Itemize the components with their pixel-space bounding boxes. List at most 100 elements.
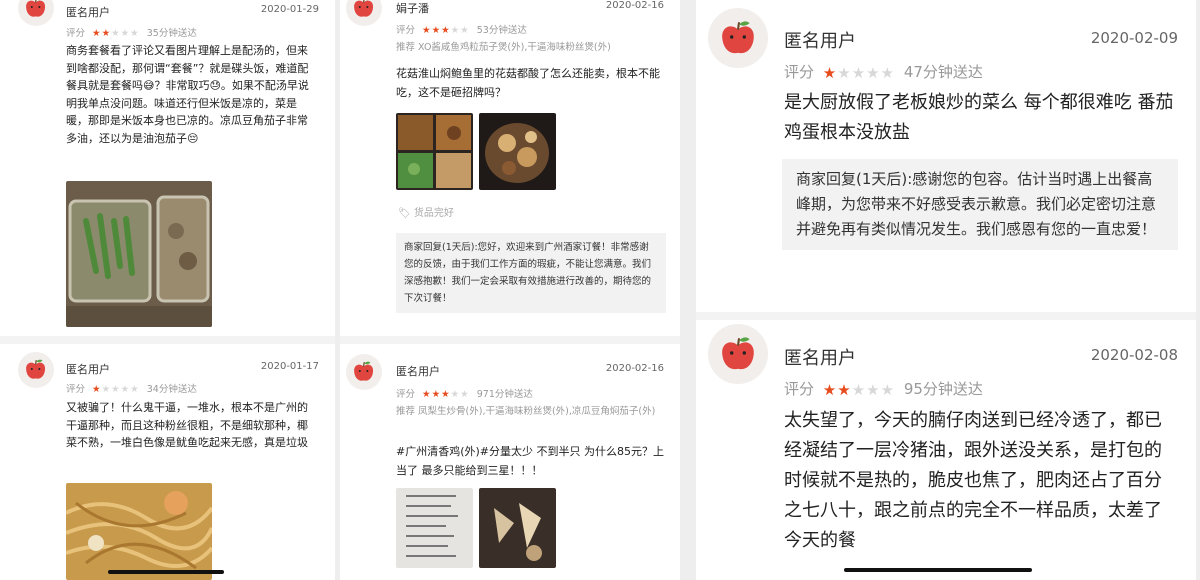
recommend-label: 推荐: [396, 406, 416, 417]
apple-icon: [354, 362, 374, 382]
merchant-reply: 商家回复(1天后):感谢您的包容。估计当时遇上出餐高峰期，为您带来不好感受表示歉…: [782, 159, 1178, 250]
rating-stars: ★★★★★: [823, 64, 895, 82]
review-panel-1: 匿名用户 2020-01-29 评分 ★★★★★ 35分钟送达 商务套餐看了评论…: [0, 0, 335, 580]
recommend-row: 推荐 凤梨生炒骨(外),干逼海味粉丝煲(外),凉瓜豆角焖茄子(外): [396, 404, 664, 419]
merchant-reply: 商家回复(1天后):您好，欢迎来到广州酒家订餐！非常感谢您的反馈，由于我们工作方…: [396, 233, 666, 313]
star-empty-icon: ★: [880, 63, 896, 82]
username[interactable]: 匿名用户: [784, 344, 856, 370]
star-filled-icon: ★: [422, 389, 432, 400]
review-card: 匿名用户 2020-01-29 评分 ★★★★★ 35分钟送达 商务套餐看了评论…: [0, 0, 335, 330]
star-filled-icon: ★: [92, 28, 102, 39]
delivery-time: 53分钟送达: [476, 25, 527, 36]
star-filled-icon: ★: [822, 63, 838, 82]
star-empty-icon: ★: [880, 380, 896, 399]
apple-icon: [722, 337, 754, 370]
star-empty-icon: ★: [120, 28, 131, 39]
star-filled-icon: ★: [822, 380, 838, 399]
star-filled-icon: ★: [441, 389, 451, 400]
rating-stars: ★★★★★: [92, 28, 140, 39]
recommend-row: 推荐 XO酱咸鱼鸡粒茄子煲(外),干逼海味粉丝煲(外): [396, 39, 611, 53]
username[interactable]: 匿名用户: [66, 361, 110, 377]
avatar[interactable]: [346, 354, 382, 390]
divider: [696, 312, 1196, 320]
star-empty-icon: ★: [450, 25, 461, 36]
avatar[interactable]: [708, 8, 768, 68]
apple-icon: [26, 0, 46, 18]
tag-icon: 🏷: [398, 208, 411, 219]
goods-tag: 🏷 货品完好: [398, 204, 454, 219]
star-empty-icon: ★: [130, 384, 140, 395]
delivery-time: 34分钟送达: [146, 384, 197, 395]
star-empty-icon: ★: [866, 63, 881, 82]
review-text: 是大厨放假了老板娘炒的菜么 每个都很难吃 番茄鸡蛋根本没放盐: [784, 92, 1174, 143]
rating-label: 评分: [396, 389, 416, 400]
review-photo[interactable]: [479, 488, 556, 568]
rating-label: 评分: [784, 380, 815, 398]
review-text: 又被骗了！什么鬼干逼，一堆水，根本不是广州的干逼那种，而且这种粉丝很粗，不是细软…: [66, 401, 308, 449]
review-panel-2: 娟子潘 2020-02-16 评分 ★★★★★ 53分钟送达 推荐 XO酱咸鱼鸡…: [340, 0, 680, 580]
star-empty-icon: ★: [837, 63, 852, 82]
review-date: 2020-01-17: [260, 361, 319, 372]
review-photo[interactable]: [479, 113, 556, 190]
divider: [0, 336, 335, 344]
rating-stars: ★★★★★: [92, 384, 140, 395]
star-filled-icon: ★: [441, 25, 451, 36]
star-empty-icon: ★: [120, 384, 131, 395]
avatar[interactable]: [18, 0, 54, 26]
username[interactable]: 匿名用户: [396, 363, 440, 379]
review-panel-3: 匿名用户 2020-02-09 评分 ★★★★★ 47分钟送达 是大厨放假了老板…: [696, 0, 1196, 580]
review-photo[interactable]: [66, 483, 212, 580]
rating-stars: ★★★★★: [823, 381, 895, 399]
star-empty-icon: ★: [460, 25, 470, 36]
star-filled-icon: ★: [92, 384, 102, 395]
recommend-dishes[interactable]: XO酱咸鱼鸡粒茄子煲(外),干逼海味粉丝煲(外): [418, 42, 611, 53]
rating-label: 评分: [66, 384, 86, 395]
review-card: 匿名用户 2020-02-16 评分 ★★★★★ 971分钟送达 推荐 凤梨生炒…: [340, 346, 680, 580]
review-card: 娟子潘 2020-02-16 评分 ★★★★★ 53分钟送达 推荐 XO酱咸鱼鸡…: [340, 0, 680, 330]
username[interactable]: 匿名用户: [784, 27, 856, 53]
home-indicator: [108, 570, 224, 574]
rating-row: 评分 ★★★★★ 971分钟送达: [396, 386, 533, 400]
delivery-time: 95分钟送达: [903, 380, 983, 398]
star-empty-icon: ★: [111, 28, 121, 39]
review-photo[interactable]: [396, 488, 473, 568]
review-date: 2020-02-16: [605, 363, 664, 374]
username[interactable]: 娟子潘: [396, 0, 429, 16]
delivery-time: 47分钟送达: [903, 63, 983, 81]
review-date: 2020-02-08: [1090, 346, 1178, 364]
review-card: 匿名用户 2020-01-17 评分 ★★★★★ 34分钟送达 又被骗了！什么鬼…: [0, 346, 335, 580]
apple-icon: [26, 360, 46, 380]
rating-row: 评分 ★★★★★ 95分钟送达: [784, 378, 983, 399]
avatar[interactable]: [18, 352, 54, 388]
delivery-time: 971分钟送达: [476, 389, 533, 400]
star-empty-icon: ★: [130, 28, 140, 39]
review-date: 2020-02-16: [605, 0, 664, 11]
review-photo[interactable]: [66, 181, 212, 327]
rating-stars: ★★★★★: [422, 389, 470, 400]
delivery-time: 35分钟送达: [146, 28, 197, 39]
avatar[interactable]: [708, 324, 768, 384]
avatar[interactable]: [346, 0, 382, 26]
star-filled-icon: ★: [101, 28, 112, 39]
review-date: 2020-01-29: [260, 4, 319, 15]
rating-row: 评分 ★★★★★ 53分钟送达: [396, 22, 527, 36]
star-empty-icon: ★: [101, 384, 112, 395]
review-card: 匿名用户 2020-02-09 评分 ★★★★★ 47分钟送达 是大厨放假了老板…: [696, 0, 1196, 310]
star-empty-icon: ★: [450, 389, 461, 400]
star-empty-icon: ★: [460, 389, 470, 400]
review-date: 2020-02-09: [1090, 29, 1178, 47]
star-empty-icon: ★: [851, 380, 867, 399]
star-empty-icon: ★: [851, 63, 867, 82]
star-filled-icon: ★: [431, 389, 442, 400]
divider: [340, 336, 680, 344]
apple-icon: [722, 21, 754, 54]
rating-label: 评分: [396, 25, 416, 36]
recommend-dishes[interactable]: 凤梨生炒骨(外),干逼海味粉丝煲(外),凉瓜豆角焖茄子(外): [418, 406, 655, 417]
review-text: 商务套餐看了评论又看图片理解上是配汤的，但来到啥都没配，那何谓“套餐”？就是碟头…: [66, 44, 309, 145]
goods-tag-label: 货品完好: [413, 208, 454, 219]
review-card: 匿名用户 2020-02-08 评分 ★★★★★ 95分钟送达 太失望了，今天的…: [696, 322, 1196, 580]
review-photo[interactable]: [396, 113, 473, 190]
username[interactable]: 匿名用户: [66, 4, 110, 20]
rating-stars: ★★★★★: [422, 25, 470, 36]
star-filled-icon: ★: [431, 25, 442, 36]
